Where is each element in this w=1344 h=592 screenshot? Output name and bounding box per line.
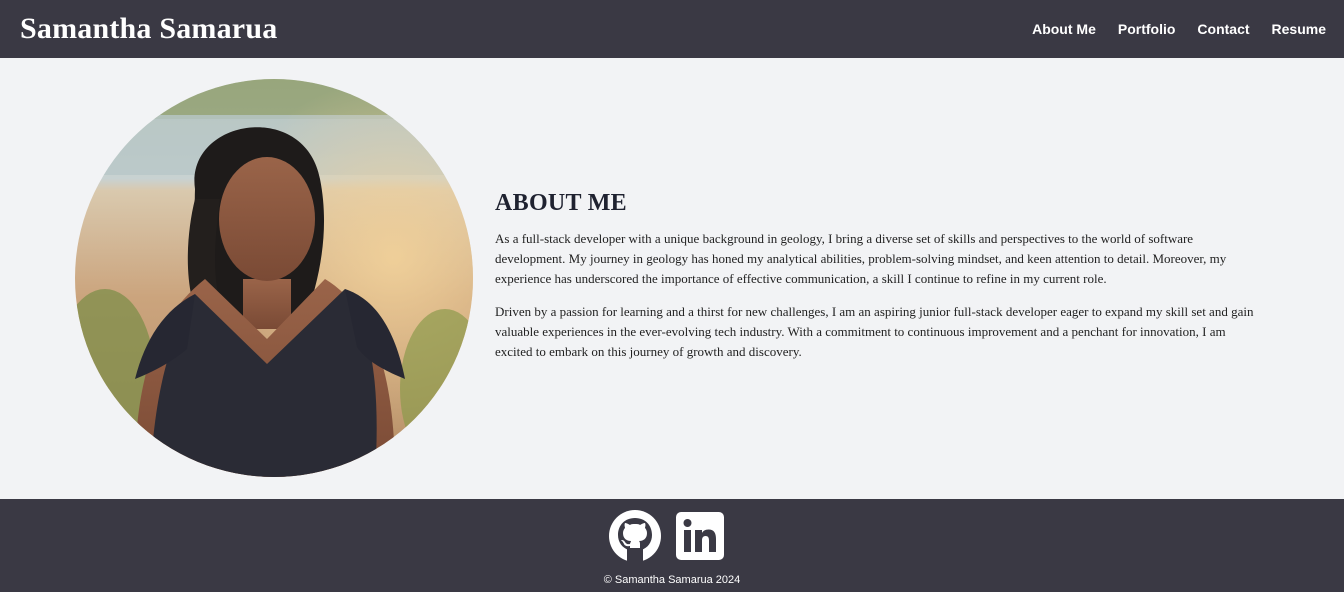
about-heading: ABOUT ME xyxy=(495,190,627,216)
site-title: Samantha Samarua xyxy=(20,12,278,45)
nav-contact[interactable]: Contact xyxy=(1197,21,1249,37)
about-section: ABOUT ME As a full-stack developer with … xyxy=(495,190,1260,375)
profile-photo xyxy=(75,79,473,477)
social-links xyxy=(609,510,728,562)
site-header: Samantha Samarua About Me Portfolio Cont… xyxy=(0,0,1344,58)
github-icon[interactable] xyxy=(609,510,661,562)
linkedin-icon[interactable] xyxy=(676,510,728,562)
nav-resume[interactable]: Resume xyxy=(1272,21,1326,37)
main-nav: About Me Portfolio Contact Resume xyxy=(1032,21,1326,37)
nav-about-me[interactable]: About Me xyxy=(1032,21,1096,37)
main-content: ABOUT ME As a full-stack developer with … xyxy=(0,58,1344,499)
copyright-text: © Samantha Samarua 2024 xyxy=(603,574,741,586)
nav-portfolio[interactable]: Portfolio xyxy=(1118,21,1176,37)
about-paragraph-2: Driven by a passion for learning and a t… xyxy=(495,304,1254,359)
site-footer: © Samantha Samarua 2024 xyxy=(0,499,1344,592)
about-paragraph-1: As a full-stack developer with a unique … xyxy=(495,231,1227,286)
